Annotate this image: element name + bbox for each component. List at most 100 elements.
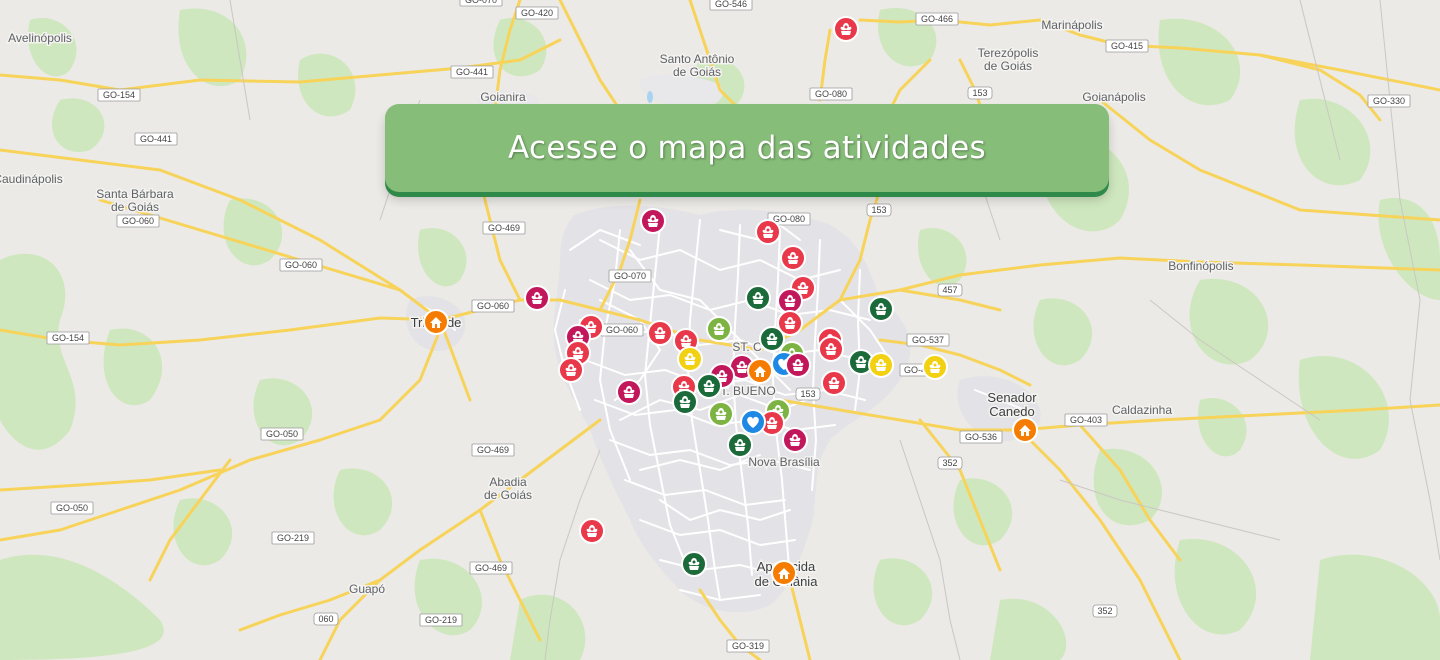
- svg-text:GO-060: GO-060: [122, 216, 154, 226]
- marker-orange[interactable]: [747, 358, 773, 384]
- svg-text:GO-060: GO-060: [285, 260, 317, 270]
- marker-orange[interactable]: [423, 309, 449, 335]
- svg-text:GO-441: GO-441: [140, 134, 172, 144]
- place-label: Goianápolis: [1082, 90, 1145, 104]
- marker-red[interactable]: [780, 245, 806, 271]
- marker-red[interactable]: [755, 219, 781, 245]
- svg-text:153: 153: [871, 205, 886, 215]
- svg-text:GO-469: GO-469: [477, 445, 509, 455]
- road-shield: 352: [1092, 604, 1118, 618]
- road-shield: GO-070: [608, 269, 652, 283]
- marker-red[interactable]: [558, 357, 584, 383]
- place-label: Canedo: [989, 404, 1035, 419]
- road-shield: GO-441: [134, 132, 178, 146]
- svg-text:352: 352: [942, 458, 957, 468]
- road-shield: GO-219: [271, 531, 315, 545]
- marker-orange[interactable]: [771, 560, 797, 586]
- place-label: Avelinópolis: [8, 31, 72, 45]
- svg-text:GO-154: GO-154: [52, 333, 84, 343]
- place-label: Guapó: [349, 582, 385, 596]
- place-label: de Goiás: [484, 488, 532, 502]
- svg-text:GO-536: GO-536: [965, 432, 997, 442]
- marker-red[interactable]: [579, 518, 605, 544]
- marker-dark-green[interactable]: [696, 373, 722, 399]
- svg-text:GO-546: GO-546: [715, 0, 747, 9]
- marker-dark-green[interactable]: [868, 296, 894, 322]
- svg-text:GO-537: GO-537: [912, 335, 944, 345]
- svg-text:GO-415: GO-415: [1111, 41, 1143, 51]
- svg-text:GO-469: GO-469: [488, 223, 520, 233]
- svg-text:GO-420: GO-420: [521, 8, 553, 18]
- place-label: Santo Antônio: [660, 52, 735, 66]
- svg-text:GO-080: GO-080: [815, 89, 847, 99]
- place-label: Nova Brasília: [748, 455, 820, 469]
- marker-red[interactable]: [818, 336, 844, 362]
- place-label: de Goiás: [673, 65, 721, 79]
- place-label: Caudinápolis: [0, 172, 63, 186]
- road-shield: GO-466: [915, 12, 959, 26]
- marker-magenta[interactable]: [785, 352, 811, 378]
- road-shield: GO-219: [419, 613, 463, 627]
- marker-magenta[interactable]: [640, 208, 666, 234]
- marker-dark-green[interactable]: [759, 326, 785, 352]
- marker-dark-green[interactable]: [745, 285, 771, 311]
- activities-map-button[interactable]: Acesse o mapa das atividades: [385, 104, 1109, 192]
- road-shield: GO-536: [959, 430, 1003, 444]
- marker-magenta[interactable]: [782, 427, 808, 453]
- place-label: ST. C: [732, 340, 762, 354]
- road-shield: GO-070: [459, 0, 503, 7]
- marker-orange[interactable]: [1012, 417, 1038, 443]
- road-shield: 153: [795, 387, 821, 401]
- road-shield: GO-469: [469, 561, 513, 575]
- marker-magenta[interactable]: [524, 285, 550, 311]
- place-label: Santa Bárbara: [96, 187, 174, 201]
- road-shield: GO-060: [471, 299, 515, 313]
- road-shield: GO-154: [97, 88, 141, 102]
- place-label: Goianira: [480, 90, 526, 104]
- svg-text:GO-060: GO-060: [606, 325, 638, 335]
- svg-text:153: 153: [972, 88, 987, 98]
- marker-yellow[interactable]: [677, 346, 703, 372]
- place-label: Terezópolis: [978, 46, 1039, 60]
- activities-map-button-label: Acesse o mapa das atividades: [508, 130, 986, 166]
- place-label: Senador: [987, 390, 1037, 405]
- road-shield: GO-441: [450, 65, 494, 79]
- marker-dark-green[interactable]: [681, 551, 707, 577]
- marker-magenta[interactable]: [777, 288, 803, 314]
- road-shield: GO-154: [46, 331, 90, 345]
- marker-red[interactable]: [833, 16, 859, 42]
- place-label: Marinápolis: [1041, 18, 1102, 32]
- marker-dark-green[interactable]: [672, 389, 698, 415]
- svg-text:153: 153: [800, 389, 815, 399]
- road-shield: GO-469: [482, 221, 526, 235]
- road-shield: GO-050: [260, 427, 304, 441]
- road-shield: GO-060: [116, 214, 160, 228]
- svg-text:GO-403: GO-403: [1070, 415, 1102, 425]
- svg-text:GO-080: GO-080: [773, 214, 805, 224]
- svg-text:352: 352: [1097, 606, 1112, 616]
- place-label: de Goiás: [984, 59, 1032, 73]
- marker-light-green[interactable]: [708, 401, 734, 427]
- marker-yellow[interactable]: [922, 354, 948, 380]
- road-shield: GO-050: [50, 501, 94, 515]
- road-shield: 352: [937, 456, 963, 470]
- svg-text:457: 457: [942, 285, 957, 295]
- marker-yellow[interactable]: [868, 352, 894, 378]
- svg-text:GO-466: GO-466: [921, 14, 953, 24]
- road-shield: 153: [866, 203, 892, 217]
- place-label: Abadia: [489, 475, 527, 489]
- marker-blue[interactable]: [740, 409, 766, 435]
- marker-magenta[interactable]: [616, 379, 642, 405]
- marker-light-green[interactable]: [706, 316, 732, 342]
- marker-red[interactable]: [821, 370, 847, 396]
- svg-text:GO-070: GO-070: [465, 0, 497, 5]
- road-shield: GO-546: [709, 0, 753, 11]
- marker-red[interactable]: [647, 320, 673, 346]
- marker-dark-green[interactable]: [727, 432, 753, 458]
- road-shield: GO-080: [809, 87, 853, 101]
- map-canvas[interactable]: AvelinópolisSanto Antôniode GoiásGoianir…: [0, 0, 1440, 660]
- road-shield: GO-537: [906, 333, 950, 347]
- svg-text:GO-070: GO-070: [614, 271, 646, 281]
- svg-text:GO-050: GO-050: [56, 503, 88, 513]
- svg-text:GO-319: GO-319: [732, 641, 764, 651]
